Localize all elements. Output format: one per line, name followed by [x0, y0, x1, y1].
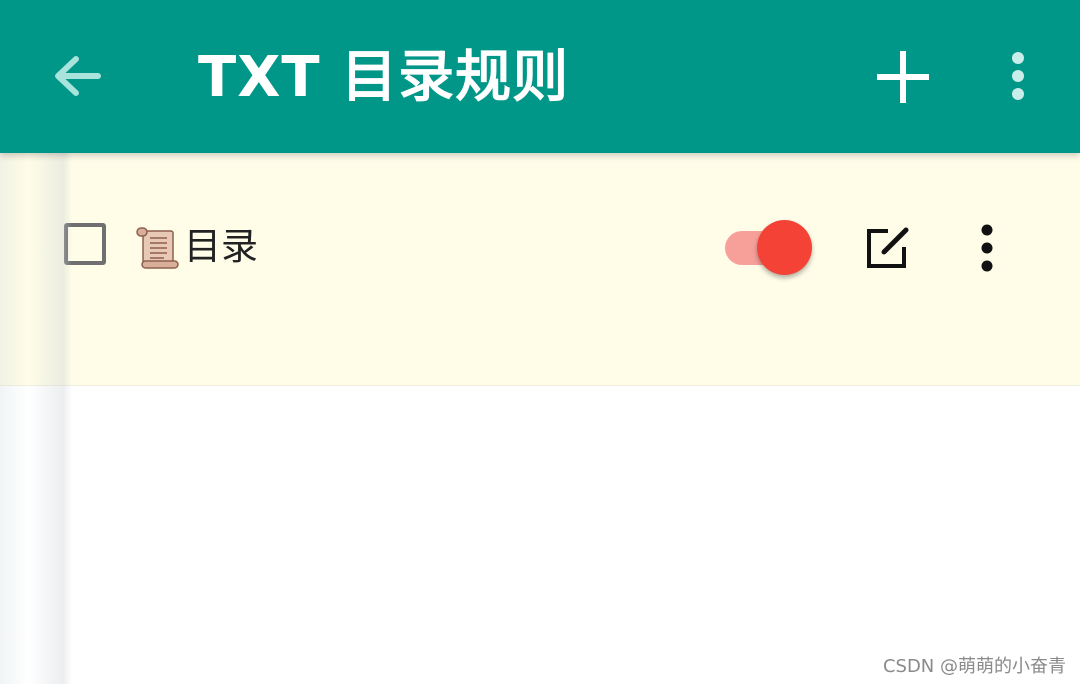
- rule-enable-switch[interactable]: [722, 219, 814, 277]
- edit-rule-button[interactable]: [862, 223, 912, 273]
- more-vert-icon: [981, 224, 993, 272]
- arrow-back-icon: [55, 56, 101, 96]
- switch-thumb: [757, 220, 812, 275]
- rule-more-button[interactable]: [970, 221, 1004, 277]
- rule-list-item[interactable]: 目录: [0, 153, 1080, 386]
- more-vert-icon: [1012, 52, 1024, 100]
- rule-select-checkbox[interactable]: [64, 223, 106, 265]
- edit-icon: [867, 227, 909, 268]
- watermark: CSDN @萌萌的小奋青: [882, 656, 1066, 677]
- back-button[interactable]: [44, 46, 110, 106]
- overflow-menu-button[interactable]: [996, 46, 1040, 108]
- page-title: TXT 目录规则: [198, 45, 570, 110]
- rule-name: 目录: [184, 225, 258, 268]
- scroll-icon: [136, 227, 179, 269]
- plus-icon: [877, 51, 929, 103]
- add-rule-button[interactable]: [872, 46, 934, 108]
- app-bar: TXT 目录规则: [0, 0, 1080, 153]
